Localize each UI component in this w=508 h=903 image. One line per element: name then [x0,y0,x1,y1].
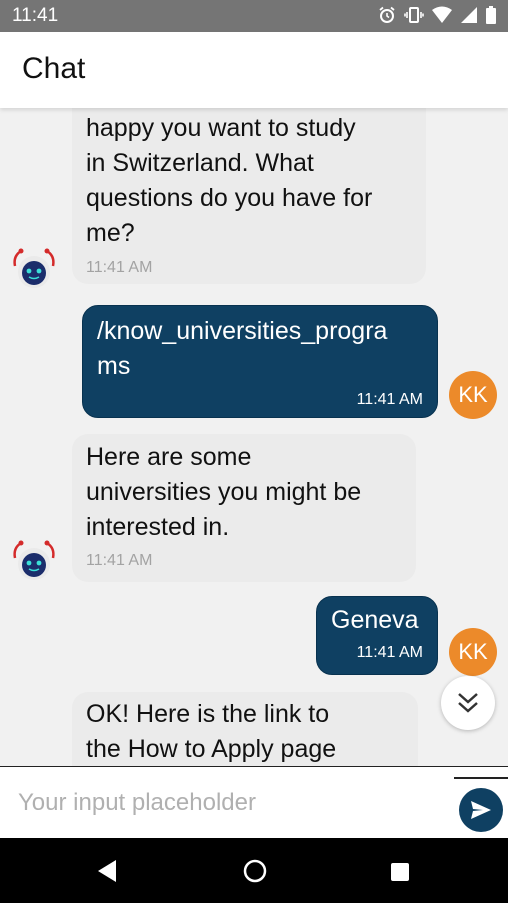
message-timestamp: 11:41 AM [86,259,153,276]
page-title: Chat [22,52,86,85]
chat-message-list[interactable]: happy you want to study in Switzerland. … [0,108,508,766]
message-text: Here are some universities you might be … [86,443,362,541]
message-text: Geneva [331,606,419,634]
double-chevron-down-icon [458,693,478,713]
message-text: happy you want to study in Switzerland. … [86,114,373,247]
app-bar: Chat [0,32,508,108]
message-text: OK! Here is the link to the How to Apply… [86,700,337,763]
bot-avatar-icon [13,540,55,580]
user-avatar: KK [449,371,497,419]
system-nav-bar [0,838,508,903]
bot-message-bubble: Here are some universities you might be … [72,434,416,582]
bot-message-bubble: OK! Here is the link to the How to Apply… [72,692,418,766]
message-input-bar [0,766,508,838]
message-timestamp: 11:41 AM [86,552,153,569]
back-icon[interactable] [96,859,118,883]
user-message-bubble: Geneva 11:41 AM [316,596,438,675]
signal-icon [461,7,477,23]
user-avatar: KK [449,628,497,676]
send-icon [471,801,491,819]
status-icons [378,6,496,24]
vibrate-icon [404,7,424,23]
scroll-to-bottom-button[interactable] [441,676,495,730]
message-text: /know_universities_progra ms [97,317,388,380]
message-timestamp: 11:41 AM [356,644,423,661]
message-timestamp: 11:41 AM [356,391,423,408]
bot-avatar-icon [13,248,55,288]
battery-icon [486,6,496,24]
recents-icon[interactable] [390,862,410,882]
status-time: 11:41 [12,5,59,26]
wifi-icon [432,6,452,23]
message-input[interactable] [18,785,438,821]
alarm-icon [379,6,395,23]
bot-message-bubble: happy you want to study in Switzerland. … [72,108,426,284]
send-button[interactable] [459,788,503,832]
home-icon[interactable] [243,859,267,883]
divider [454,777,508,779]
user-message-bubble: /know_universities_progra ms 11:41 AM [82,305,438,418]
status-bar: 11:41 [0,0,508,32]
